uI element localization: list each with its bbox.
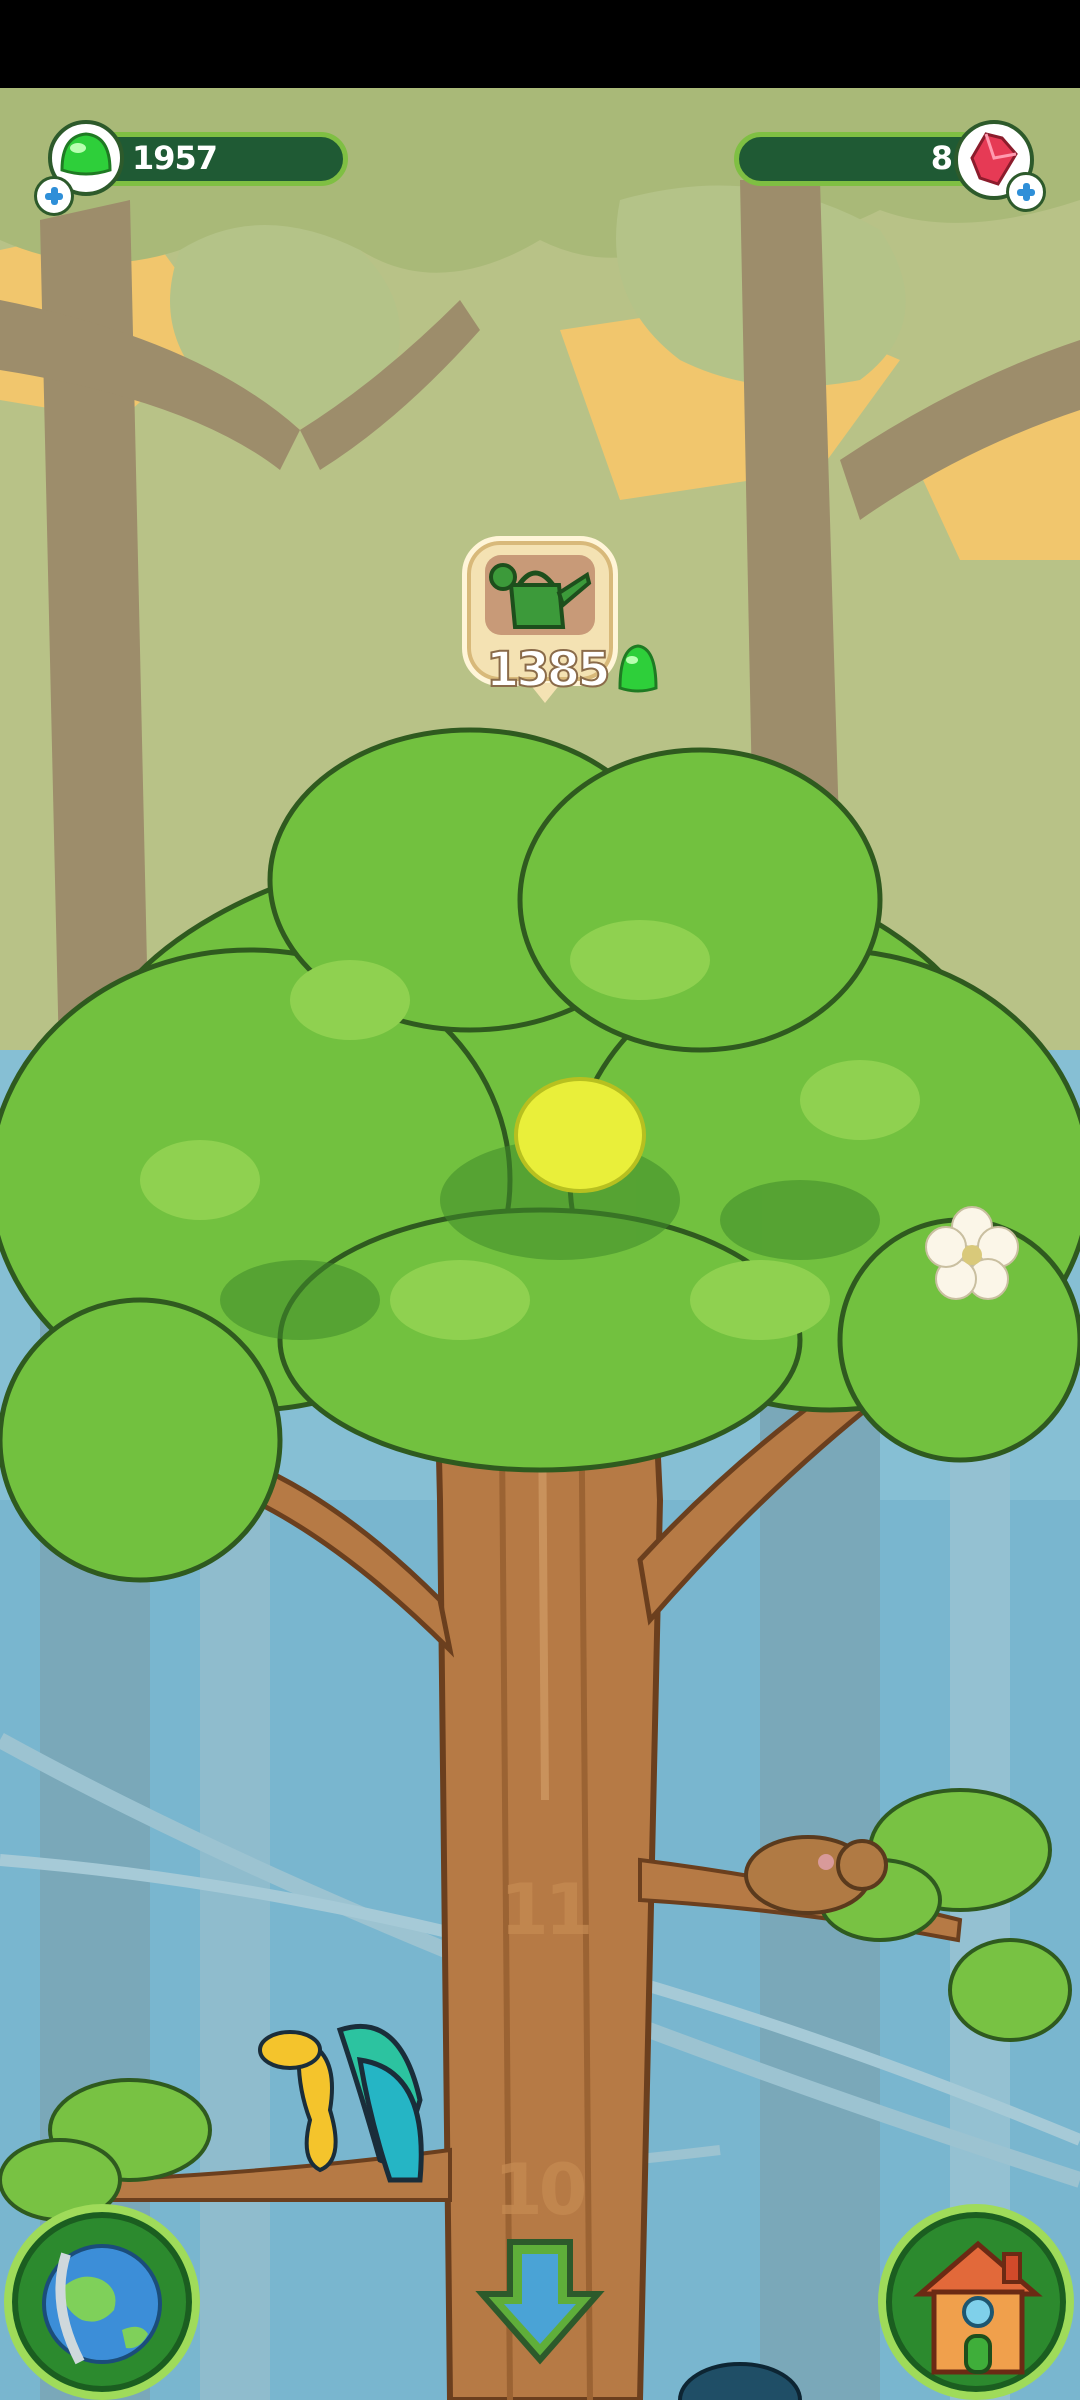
watering-cost: 1385 [485, 641, 612, 699]
globe-icon [42, 2244, 162, 2365]
gel-count: 1957 [132, 139, 218, 177]
status-bar [0, 0, 1080, 88]
watering-can-icon [489, 563, 592, 629]
tree-level-10: 10 [494, 2149, 587, 2231]
tree-level-11: 11 [500, 1869, 593, 1951]
ruby-count: 8 [930, 139, 953, 177]
fruit [514, 1077, 646, 1193]
add-gel-icon[interactable] [34, 176, 74, 216]
add-ruby-icon[interactable] [1006, 172, 1046, 212]
forest-scene [0, 88, 1080, 2400]
forest-background [0, 88, 1080, 2400]
down-arrow-icon[interactable] [472, 2232, 608, 2368]
house-icon [913, 2240, 1043, 2375]
world-map-button[interactable] [4, 2204, 200, 2400]
cost-gel-icon [618, 644, 658, 693]
home-button[interactable] [878, 2204, 1074, 2400]
game-screen: 1957 8 1385 11 10 [0, 0, 1080, 2400]
